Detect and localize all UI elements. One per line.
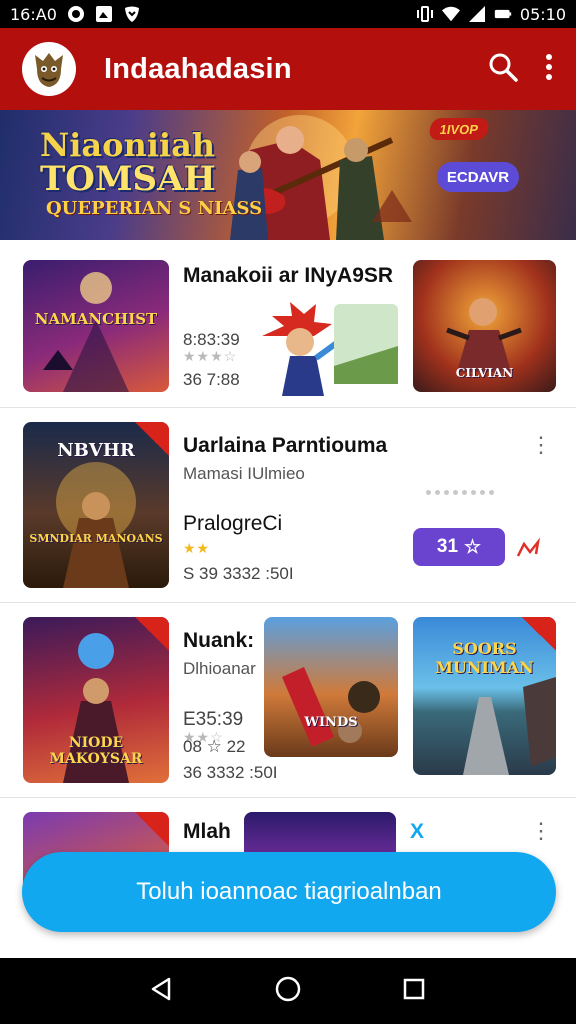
share-icon[interactable] [516,536,542,565]
more-options-icon[interactable]: ⋮ [530,818,552,844]
app-bar: Indaahadasin [0,28,576,110]
game-thumbnail[interactable]: CILVIAN [413,260,556,392]
game-time: E35:39 [183,709,244,730]
more-options-icon[interactable]: ⋮ [530,432,552,458]
game-title: Nuank: [183,629,255,652]
rating-stars: ★★★☆ [183,348,238,364]
rating-stars: ★★ [183,540,211,556]
game-title: Manakoii ar INyA9SR [183,264,394,287]
corner-ribbon [135,617,169,651]
wifi-icon [441,5,460,23]
thumbnail-label: NIODE MAKOYSAR [49,735,143,767]
game-time: 8:83:39 [183,330,240,349]
game-subtitle: Dlhioanar [183,659,256,678]
corner-ribbon [135,812,169,846]
game-time-secondary: 08 ☆ 22 [183,737,246,756]
back-icon[interactable] [149,976,175,1007]
thumbnail-sublabel: SMNDIAR MANOANS [29,532,163,545]
game-thumbnail[interactable]: WINDS [264,617,398,757]
alarm-icon [67,5,85,23]
rating-button[interactable]: 31 ☆ [413,528,505,566]
vibrate-icon [416,5,434,23]
game-meta: S 39 3332 :50I [183,564,294,583]
banner-title-line2: TOMSAH [40,159,216,199]
banner-pill-button[interactable]: ECDAVR [437,162,519,192]
game-title: Mlah [183,820,231,843]
more-vert-icon[interactable] [544,52,554,87]
app-title: Indaahadasin [104,52,292,85]
promo-banner[interactable]: Niaoniiah TOMSAH QUEPERIAN S NIASS 1IVOP… [0,110,576,240]
corner-ribbon [135,422,169,456]
home-icon[interactable] [274,975,302,1008]
banner-badge: 1IVOP [428,118,490,140]
game-name: PralogreCi [183,512,283,535]
status-time: 16:A0 [10,4,57,24]
game-thumbnail[interactable]: NIODE MAKOYSAR [23,617,169,783]
list-item[interactable]: NAMANCHIST Manakoii ar INyA9SR 8:83:39 ★… [0,240,576,408]
accent-mark: X [410,820,425,843]
corner-ribbon [522,617,556,651]
thumbnail-label: NAMANCHIST [34,310,158,328]
banner-title-line1: Niaoniiah [40,126,216,164]
battery-icon [494,5,512,23]
shield-icon [123,5,141,23]
status-clock: 05:10 [519,4,566,24]
banner-subtitle: QUEPERIAN S NIASS [46,198,263,219]
game-meta: 36 3332 :50I [183,763,278,782]
thumbnail-label: CILVIAN [455,366,514,380]
rating-value: 31 [436,536,459,557]
star-icon: ☆ [464,536,482,558]
game-thumbnail[interactable]: NBVHR SMNDIAR MANOANS [23,422,169,588]
cta-button[interactable]: Toluh ioannoac tiagrioalnban [22,852,556,932]
status-bar: 16:A0 05:10 [0,0,576,28]
search-icon[interactable] [488,52,518,87]
banner-title: Niaoniiah TOMSAH [40,128,216,196]
recents-icon[interactable] [401,976,427,1007]
game-meta: 36 7:88 [183,370,240,389]
system-nav-bar [0,958,576,1024]
carousel-dots [426,490,494,495]
gallery-icon [95,5,113,23]
game-title: Uarlaina Parntiouma [183,434,388,457]
list-item[interactable]: NBVHR SMNDIAR MANOANS Uarlaina Parntioum… [0,408,576,603]
thumbnail-label: WINDS [304,715,358,730]
game-thumbnail[interactable]: SOORS MUNIMAN [413,617,556,775]
game-thumbnail[interactable]: NAMANCHIST [23,260,169,392]
character-art [260,296,398,396]
signal-icon [468,5,486,23]
game-subtitle: Mamasi IUlmieo [183,464,305,483]
list-item[interactable]: NIODE MAKOYSAR Nuank: Dlhioanar E35:39 ★… [0,603,576,798]
mascot-avatar-icon[interactable] [22,42,76,96]
